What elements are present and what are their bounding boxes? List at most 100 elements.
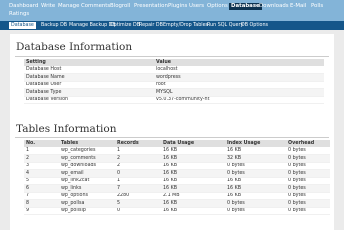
menu-item-dashboard[interactable]: Dashboard: [9, 3, 38, 10]
value-cell: v5.0.37-community-nt: [154, 96, 324, 104]
menu-item-polls[interactable]: Polls: [311, 3, 323, 10]
records-cell: 2280: [115, 192, 161, 200]
setting-cell: Database Host: [24, 66, 154, 74]
row-number-cell: 8: [24, 199, 59, 208]
table-row: 5 wp_link2cat 1 16 KB 16 KB 0 bytes: [24, 177, 330, 185]
overhead-cell: 0 bytes: [286, 184, 330, 193]
index-usage-cell: 0 bytes: [225, 169, 286, 178]
overhead-cell: 0 bytes: [286, 147, 330, 155]
data-usage-cell: 2.1 MB: [161, 192, 225, 200]
value-cell: MYSQL: [154, 88, 324, 97]
row-number-cell: 6: [24, 184, 59, 193]
row-number-cell: 7: [24, 192, 59, 200]
table-row: 4 wp_email 0 16 KB 0 bytes 0 bytes: [24, 169, 330, 178]
index-usage-cell: 16 KB: [225, 177, 286, 185]
data-usage-cell: 16 KB: [161, 162, 225, 170]
table-row: 6 wp_links 7 16 KB 16 KB 0 bytes: [24, 184, 330, 193]
index-usage-cell: 16 KB: [225, 192, 286, 200]
table-name-cell: wp_link2cat: [59, 177, 115, 185]
row-number-cell: 2: [24, 154, 59, 163]
setting-cell: Database User: [24, 81, 154, 89]
row-number-cell: 9: [24, 207, 59, 215]
table-name-cell: wp_downloads: [59, 162, 115, 170]
tables-information-title: Tables Information: [16, 123, 117, 135]
records-cell: 2: [115, 162, 161, 170]
data-usage-cell: 16 KB: [161, 199, 225, 208]
table-name-cell: wp_categories: [59, 147, 115, 155]
table-row: 3 wp_downloads 2 16 KB 0 bytes 0 bytes: [24, 162, 330, 170]
table-name-cell: wp_email: [59, 169, 115, 178]
data-usage-cell: 16 KB: [161, 147, 225, 155]
data-usage-cell: 16 KB: [161, 154, 225, 163]
database-sub-menu: Database Backup DB Manage Backup DB Opti…: [0, 21, 344, 30]
menu-item-blogroll[interactable]: Blogroll: [110, 3, 130, 10]
row-number-cell: 1: [24, 147, 59, 155]
menu-item-write[interactable]: Write: [41, 3, 55, 10]
table-row: 2 wp_comments 2 16 KB 32 KB 0 bytes: [24, 154, 330, 163]
submenu-item-manage-backup-db[interactable]: Manage Backup DB: [69, 22, 116, 29]
data-usage-cell: 16 KB: [161, 207, 225, 215]
table-name-cell: wp_links: [59, 184, 115, 193]
table-row: Database Host localhost: [24, 66, 324, 74]
overhead-cell: 0 bytes: [286, 162, 330, 170]
table-row: Database Name wordpress: [24, 73, 324, 82]
menu-item-database[interactable]: Database: [229, 3, 262, 10]
overhead-cell: 0 bytes: [286, 177, 330, 185]
table-row: Database Type MYSQL: [24, 88, 324, 97]
column-header-data-usage: Data Usage: [161, 140, 225, 147]
index-usage-cell: 32 KB: [225, 154, 286, 163]
submenu-item-run-sql-query[interactable]: Run SQL Query: [207, 22, 243, 29]
data-usage-cell: 16 KB: [161, 184, 225, 193]
table-name-cell: wp_pollsa: [59, 199, 115, 208]
data-usage-cell: 16 KB: [161, 177, 225, 185]
menu-item-plugins[interactable]: Plugins: [168, 3, 187, 10]
menu-item-users[interactable]: Users: [189, 3, 204, 10]
content-area: Database Information Setting Value Datab…: [0, 30, 344, 230]
menu-item-email[interactable]: E-Mail: [290, 3, 306, 10]
overhead-cell: 0 bytes: [286, 199, 330, 208]
value-cell: root: [154, 81, 324, 89]
table-row: 9 wp_pollsip 0 16 KB 0 bytes 0 bytes: [24, 207, 330, 215]
table-name-cell: wp_options: [59, 192, 115, 200]
submenu-item-empty-drop-tables[interactable]: Empty/Drop Tables: [163, 22, 208, 29]
column-header-records: Records: [115, 140, 161, 147]
menu-item-manage[interactable]: Manage: [58, 3, 79, 10]
menu-item-ratings[interactable]: Ratings: [9, 11, 29, 18]
overhead-cell: 0 bytes: [286, 169, 330, 178]
index-usage-cell: 16 KB: [225, 147, 286, 155]
menu-item-comments[interactable]: Comments: [81, 3, 110, 10]
table-row: 1 wp_categories 1 16 KB 16 KB 0 bytes: [24, 147, 330, 155]
index-usage-cell: 16 KB: [225, 184, 286, 193]
submenu-item-repair-db[interactable]: Repair DB: [139, 22, 163, 29]
records-cell: 1: [115, 177, 161, 185]
value-cell: wordpress: [154, 73, 324, 82]
tables-information-table: No. Tables Records Data Usage Index Usag…: [24, 140, 330, 215]
index-usage-cell: 0 bytes: [225, 207, 286, 215]
row-number-cell: 5: [24, 177, 59, 185]
submenu-item-optimize-db[interactable]: Optimize DB: [110, 22, 140, 29]
setting-cell: Database Name: [24, 73, 154, 82]
records-cell: 5: [115, 199, 161, 208]
tables-information-panel: Tables Information No. Tables Records Da…: [10, 116, 334, 230]
admin-top-menu: Dashboard Write Manage Comments Blogroll…: [0, 0, 344, 21]
submenu-item-db-options[interactable]: DB Options: [241, 22, 268, 29]
menu-item-downloads[interactable]: Downloads: [259, 3, 289, 10]
submenu-item-backup-db[interactable]: Backup DB: [41, 22, 67, 29]
table-row: 8 wp_pollsa 5 16 KB 0 bytes 0 bytes: [24, 199, 330, 208]
menu-item-presentation[interactable]: Presentation: [134, 3, 168, 10]
records-cell: 1: [115, 147, 161, 155]
menu-item-options[interactable]: Options: [207, 3, 228, 10]
table-row: 7 wp_options 2280 2.1 MB 16 KB 0 bytes: [24, 192, 330, 200]
overhead-cell: 0 bytes: [286, 154, 330, 163]
column-header-value: Value: [154, 59, 324, 66]
row-number-cell: 3: [24, 162, 59, 170]
title-divider: [15, 137, 329, 138]
setting-cell: Database Type: [24, 88, 154, 97]
data-usage-cell: 16 KB: [161, 169, 225, 178]
value-cell: localhost: [154, 66, 324, 74]
row-number-cell: 4: [24, 169, 59, 178]
submenu-item-database[interactable]: Database: [9, 22, 36, 29]
index-usage-cell: 0 bytes: [225, 199, 286, 208]
column-header-overhead: Overhead: [286, 140, 330, 147]
column-header-index-usage: Index Usage: [225, 140, 286, 147]
